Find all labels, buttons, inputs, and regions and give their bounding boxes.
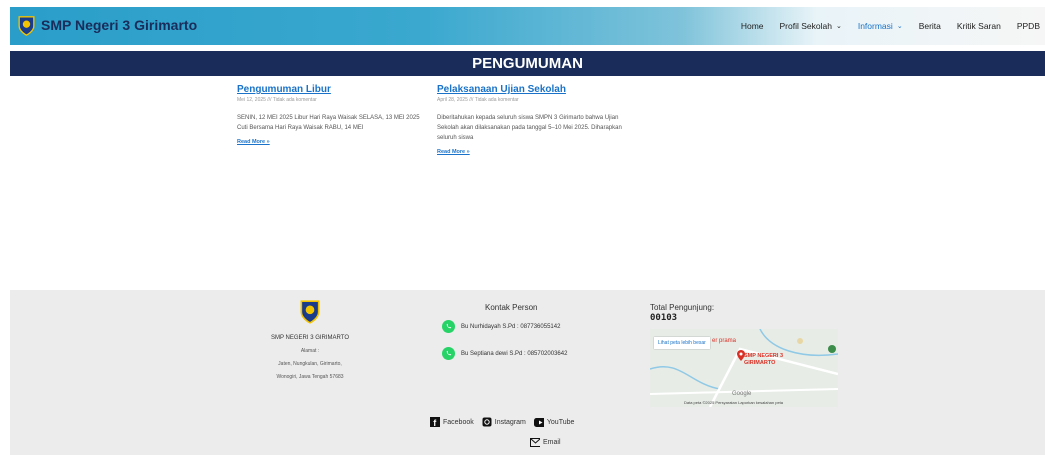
- nav-ppdb-label: PPDB: [1016, 21, 1040, 31]
- whatsapp-icon: [442, 347, 455, 360]
- school-logo-icon[interactable]: [17, 15, 36, 37]
- post-meta: April 28, 2025 /// Tidak ada komentar: [437, 97, 519, 103]
- map-google-logo: Google: [732, 391, 752, 397]
- chevron-down-icon: ⌄: [835, 23, 842, 30]
- social-links: f Facebook Instagram YouTube: [430, 417, 574, 427]
- nav-informasi[interactable]: Informasi ⌄: [858, 21, 903, 31]
- nav-ppdb[interactable]: PPDB: [1017, 21, 1040, 31]
- post-title[interactable]: Pengumuman Libur: [237, 84, 425, 96]
- footer-address-label: Alamat :: [300, 348, 320, 354]
- instagram-icon: [482, 417, 492, 427]
- post-card: Pelaksanaan Ujian Sekolah April 28, 2025…: [437, 84, 625, 155]
- map-place-label: SMP NEGERI 3 GIRIMARTO: [744, 353, 784, 366]
- nav-profil-label: Profil Sekolah: [779, 21, 832, 31]
- contact-text: Bu Septiana dewi S.Pd : 085702003642: [461, 350, 568, 357]
- map-nearby-label: er prama: [712, 338, 737, 344]
- footer-address-line: Wonogiri, Jawa Tengah 57683: [276, 374, 344, 380]
- nav-home-label: Home: [740, 21, 764, 31]
- contact-text: Bu Nurhidayah S.Pd : 087736055142: [461, 323, 561, 330]
- contact-item[interactable]: Bu Septiana dewi S.Pd : 085702003642: [442, 347, 567, 360]
- post-card: Pengumuman Libur Mei 12, 2025 /// Tidak …: [237, 84, 425, 145]
- read-more-link[interactable]: Read More »: [437, 149, 625, 155]
- nav-home[interactable]: Home: [741, 21, 764, 31]
- whatsapp-icon: [442, 320, 455, 333]
- visitor-count: 00103: [650, 313, 678, 323]
- visitor-label: Total Pengunjung:: [650, 303, 715, 312]
- instagram-label: Instagram: [494, 418, 526, 426]
- map-attribution[interactable]: Data peta ©2025 Persyaratan Laporkan kes…: [684, 400, 783, 405]
- visitor-counter: 00103: [650, 313, 677, 323]
- nav-informasi-label: Informasi: [857, 21, 893, 31]
- youtube-icon: [533, 417, 544, 427]
- nav-berita-label: Berita: [918, 21, 941, 31]
- email-label: Email: [543, 438, 561, 446]
- nav-kritik-label: Kritik Saran: [956, 21, 1001, 31]
- nav-kritik-saran[interactable]: Kritik Saran: [957, 21, 1001, 31]
- footer-school-name: SMP NEGERI 3 GIRIMARTO: [270, 335, 350, 341]
- post-title[interactable]: Pelaksanaan Ujian Sekolah: [437, 84, 625, 96]
- post-excerpt: SENIN, 12 MEI 2025 Libur Hari Raya Waisa…: [237, 115, 420, 131]
- page-title: PENGUMUMAN: [10, 51, 1045, 76]
- facebook-label: Facebook: [443, 418, 474, 426]
- instagram-link[interactable]: Instagram: [482, 417, 526, 427]
- footer-address-line: Jaten, Nungkulan, Girimarto,: [278, 361, 342, 367]
- youtube-link[interactable]: YouTube: [533, 417, 575, 427]
- post-meta: Mei 12, 2025 /// Tidak ada komentar: [237, 97, 317, 103]
- map-view-larger-link[interactable]: Lihat peta lebih besar: [654, 337, 710, 349]
- main-nav: Home Profil Sekolah ⌄ Informasi ⌄ Berita K…: [741, 7, 1040, 45]
- contact-item[interactable]: Bu Nurhidayah S.Pd : 087736055142: [442, 320, 560, 333]
- school-logo-icon: [300, 300, 320, 324]
- nav-profil-sekolah[interactable]: Profil Sekolah ⌄: [780, 21, 842, 31]
- facebook-link[interactable]: f Facebook: [430, 417, 474, 427]
- site-title[interactable]: SMP Negeri 3 Girimarto: [41, 17, 197, 33]
- envelope-icon: [530, 437, 540, 447]
- site-header: SMP Negeri 3 Girimarto Home Profil Sekol…: [10, 7, 1045, 45]
- youtube-label: YouTube: [546, 418, 575, 426]
- nav-berita[interactable]: Berita: [919, 21, 941, 31]
- contact-title: Kontak Person: [485, 303, 538, 312]
- read-more-link[interactable]: Read More »: [237, 139, 425, 145]
- email-link[interactable]: Email: [530, 437, 561, 447]
- facebook-icon: f: [430, 417, 440, 427]
- location-map[interactable]: Lihat peta lebih besar er prama SMP NEGE…: [650, 329, 838, 407]
- post-excerpt: Diberitahukan kepada seluruh siswa SMPN …: [437, 115, 622, 141]
- chevron-down-icon: ⌄: [896, 23, 903, 30]
- site-footer: SMP NEGERI 3 GIRIMARTO Alamat : Jaten, N…: [10, 290, 1045, 455]
